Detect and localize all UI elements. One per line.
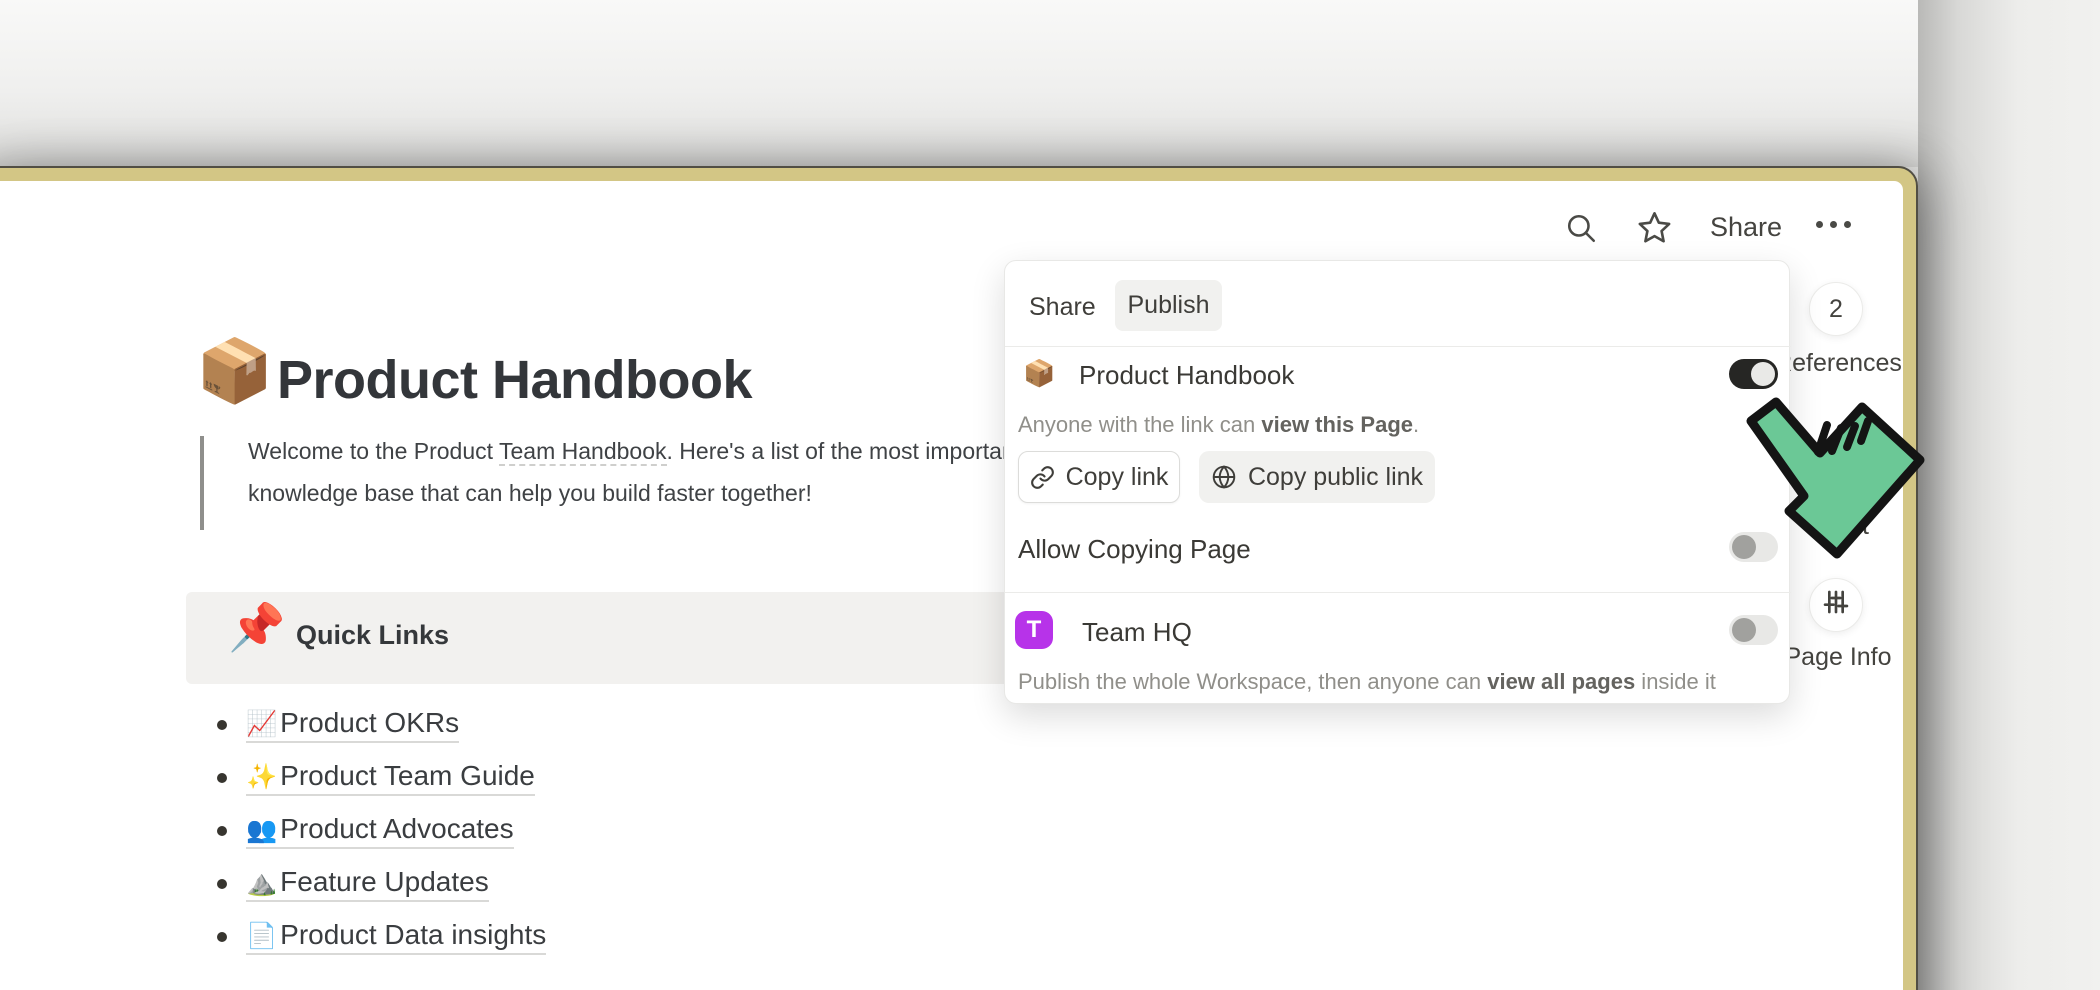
page-link-feature-updates[interactable]: ⛰️Feature Updates	[246, 866, 489, 902]
copy-link-label: Copy link	[1066, 463, 1169, 492]
sliders-icon	[1820, 586, 1852, 625]
divider	[1005, 346, 1791, 347]
references-badge[interactable]: 2	[1809, 282, 1863, 336]
link-label: Product Data insights	[280, 919, 546, 950]
references-count: 2	[1829, 295, 1843, 324]
people-emoji: 👥	[246, 816, 277, 844]
more-options-icon[interactable]	[1816, 221, 1851, 228]
page-link-product-data-insights[interactable]: 📄Product Data insights	[246, 919, 546, 955]
document-emoji: 📄	[246, 922, 277, 950]
globe-icon	[1211, 464, 1237, 490]
link-helper-text: Anyone with the link can view this Page.	[1018, 412, 1419, 438]
pushpin-icon: 📌	[228, 600, 285, 655]
workspace-helper-text: Publish the whole Workspace, then anyone…	[1018, 669, 1716, 695]
link-label: Product OKRs	[280, 707, 459, 738]
page-icon-emoji[interactable]: 📦	[196, 336, 273, 408]
quote-bar	[200, 436, 204, 530]
star-icon[interactable]	[1636, 209, 1673, 246]
helper-suffix: .	[1413, 412, 1419, 437]
workspace-avatar: T	[1015, 611, 1053, 649]
link-label: Product Team Guide	[280, 760, 535, 791]
allow-copying-label: Allow Copying Page	[1018, 534, 1251, 565]
page-link-product-advocates[interactable]: 👥Product Advocates	[246, 813, 514, 849]
search-icon[interactable]	[1564, 211, 1598, 245]
share-popover: Share Publish 📦 Product Handbook Anyone …	[1004, 260, 1790, 704]
helper-bold: view this Page	[1261, 412, 1413, 437]
page-emoji: 📦	[1023, 358, 1055, 389]
bullet-dot	[217, 720, 227, 730]
tab-share[interactable]: Share	[1029, 293, 1096, 322]
page-link-product-team-guide[interactable]: ✨Product Team Guide	[246, 760, 535, 796]
helper-prefix: Publish the whole Workspace, then anyone…	[1018, 669, 1487, 694]
quote-line1-pre: Welcome to the Product	[248, 438, 499, 464]
tab-publish[interactable]: Publish	[1115, 280, 1222, 331]
copy-public-link-button[interactable]: Copy public link	[1199, 451, 1435, 503]
link-icon	[1030, 465, 1055, 490]
helper-bold: view all pages	[1487, 669, 1635, 694]
link-label: Product Advocates	[280, 813, 513, 844]
cursor-hand-icon	[1720, 393, 1935, 578]
page-info-button[interactable]	[1809, 578, 1863, 632]
copy-link-button[interactable]: Copy link	[1018, 451, 1180, 503]
divider	[1005, 592, 1791, 593]
page-title: Product Handbook	[277, 349, 752, 411]
bullet-dot	[217, 773, 227, 783]
desktop-background-right	[1918, 0, 2100, 990]
quick-links-title: Quick Links	[296, 620, 449, 651]
bullet-dot	[217, 826, 227, 836]
publish-workspace-toggle[interactable]	[1729, 615, 1778, 645]
chart-emoji: 📈	[246, 710, 277, 738]
toggle-knob	[1732, 618, 1756, 642]
toggle-knob	[1751, 362, 1775, 386]
workspace-title: Team HQ	[1082, 617, 1192, 648]
publish-page-toggle[interactable]	[1729, 359, 1778, 389]
copy-public-link-label: Copy public link	[1248, 463, 1423, 492]
bullet-dot	[217, 932, 227, 942]
helper-suffix: inside it	[1635, 669, 1716, 694]
popover-page-title: Product Handbook	[1079, 360, 1294, 391]
share-button[interactable]: Share	[1710, 212, 1782, 243]
link-label: Feature Updates	[280, 866, 489, 897]
team-handbook-link[interactable]: Team Handbook	[499, 438, 667, 466]
quote-line2: knowledge base that can help you build f…	[248, 480, 812, 506]
helper-prefix: Anyone with the link can	[1018, 412, 1261, 437]
page-link-product-okrs[interactable]: 📈Product OKRs	[246, 707, 459, 743]
desktop-background-top	[0, 0, 2100, 167]
bullet-dot	[217, 879, 227, 889]
mountain-emoji: ⛰️	[246, 869, 277, 897]
sparkles-emoji: ✨	[246, 763, 277, 791]
